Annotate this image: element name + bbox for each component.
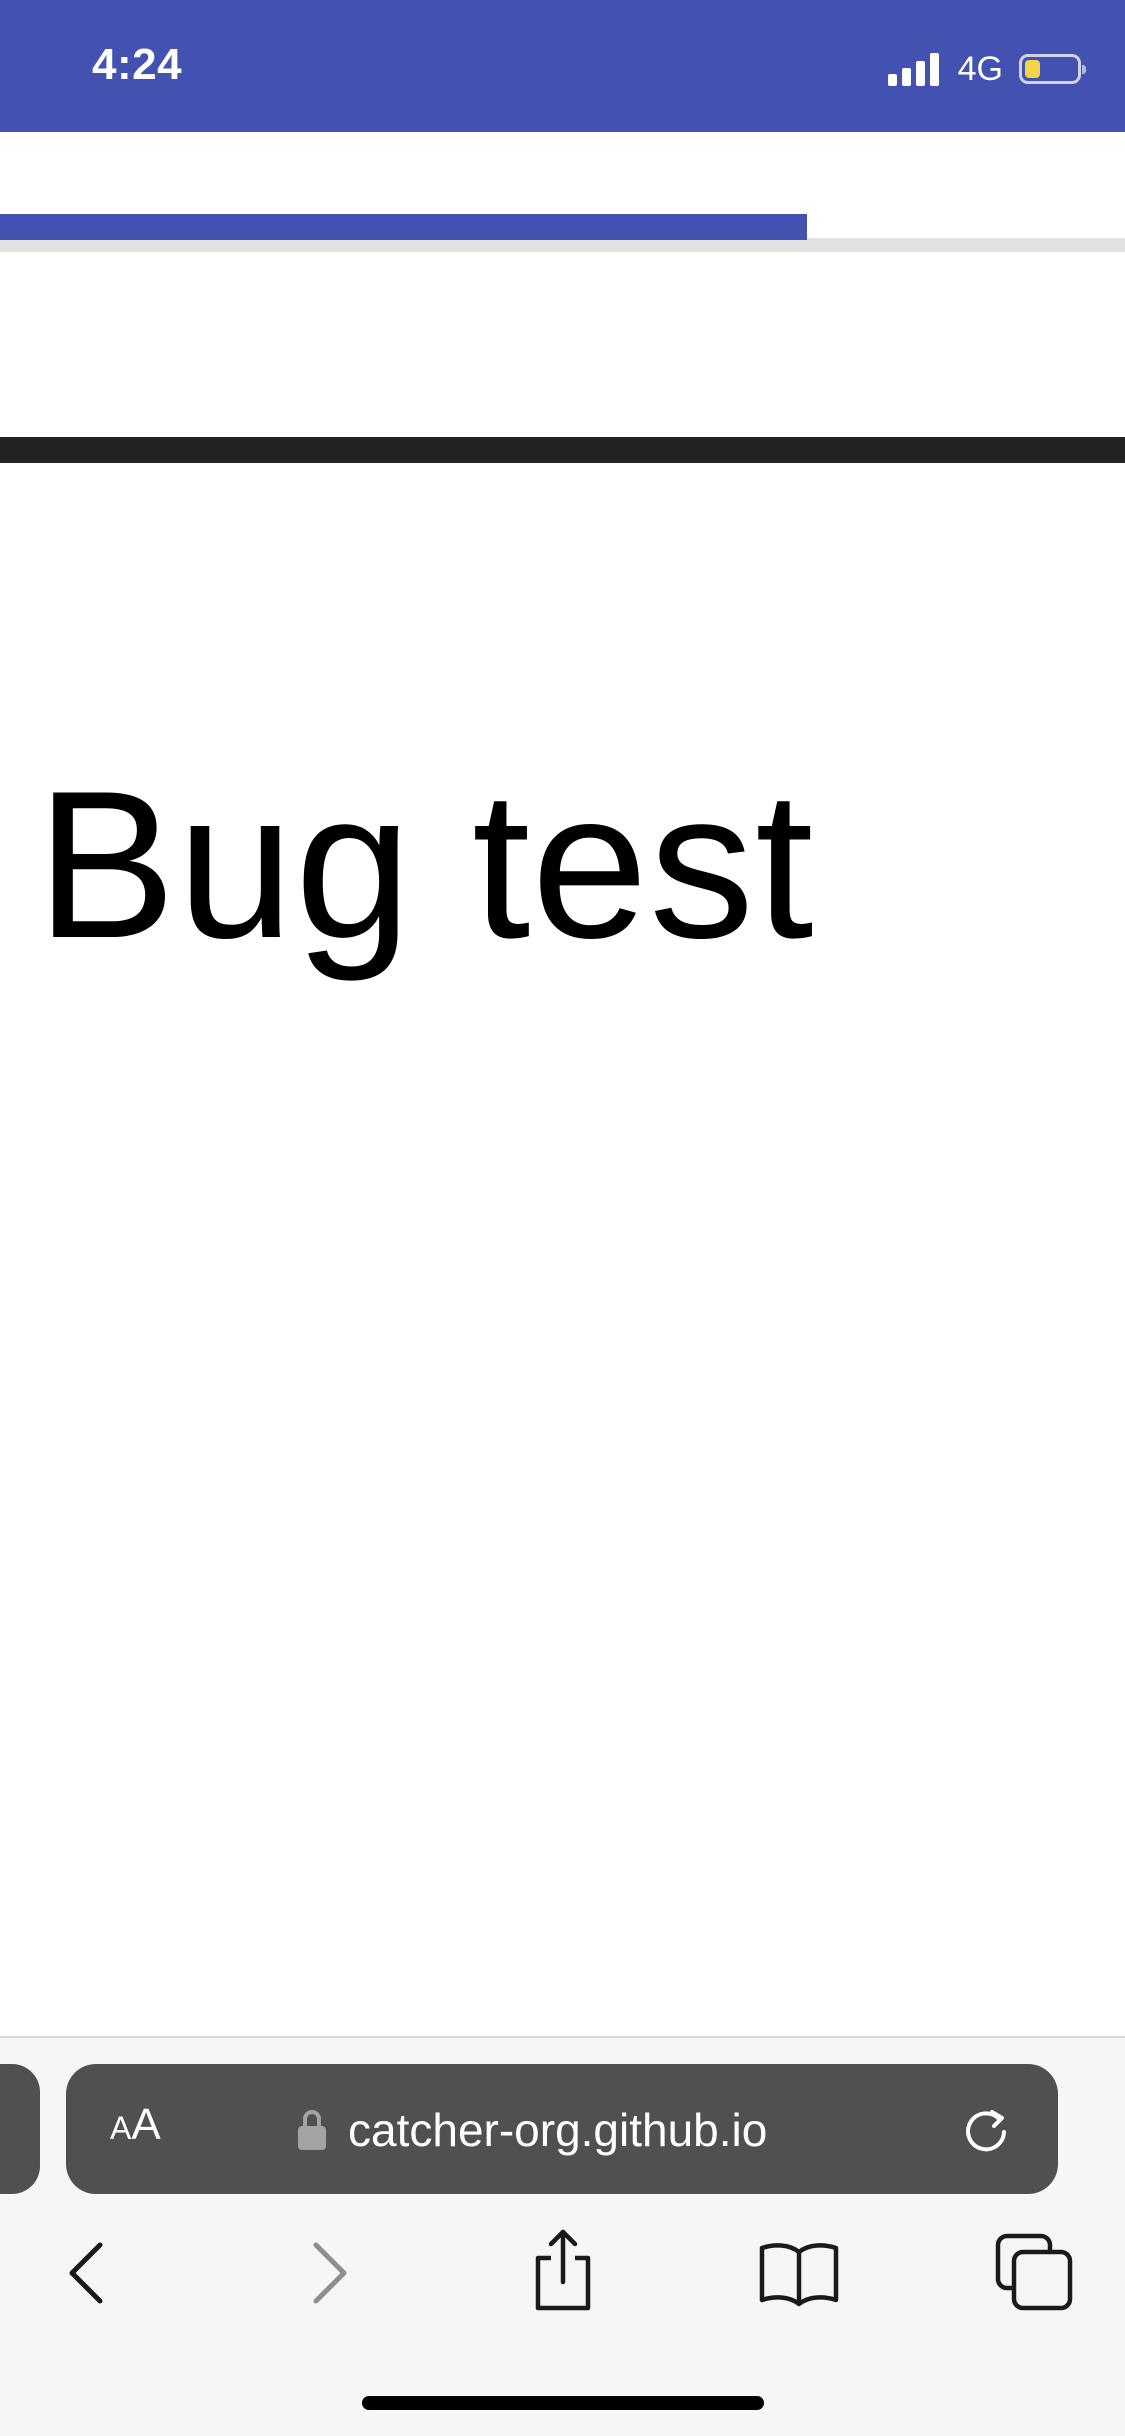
page-heading: Bug test bbox=[36, 747, 815, 982]
home-indicator[interactable] bbox=[362, 2396, 764, 2410]
browser-toolbar: AA catcher-org.github.io bbox=[0, 2036, 1125, 2436]
forward-icon[interactable] bbox=[284, 2228, 374, 2318]
url-display[interactable]: catcher-org.github.io bbox=[298, 2100, 767, 2160]
text-size-large-label: A bbox=[131, 2100, 161, 2149]
lock-icon bbox=[298, 2110, 326, 2150]
cellular-signal-icon bbox=[887, 52, 944, 86]
text-size-button[interactable]: AA bbox=[110, 2100, 161, 2160]
back-icon[interactable] bbox=[42, 2228, 132, 2318]
url-text: catcher-org.github.io bbox=[348, 2104, 768, 2156]
status-time: 4:24 bbox=[92, 40, 183, 89]
battery-level-fill bbox=[1025, 60, 1040, 78]
screen: 4:24 4G Bug test AA catcher-org.github.i… bbox=[0, 0, 1125, 2436]
reload-icon[interactable] bbox=[956, 2100, 1016, 2160]
battery-icon bbox=[1019, 54, 1086, 84]
status-indicators: 4G bbox=[887, 48, 1086, 90]
status-bar: 4:24 4G bbox=[0, 0, 1125, 132]
progress-track bbox=[0, 238, 1125, 252]
bookmarks-icon[interactable] bbox=[754, 2228, 844, 2318]
address-bar[interactable]: AA catcher-org.github.io bbox=[66, 2064, 1058, 2194]
previous-tab-preview[interactable] bbox=[0, 2064, 40, 2194]
dark-divider bbox=[0, 437, 1125, 463]
network-type: 4G bbox=[957, 49, 1003, 88]
tabs-icon[interactable] bbox=[990, 2228, 1080, 2318]
battery-cap bbox=[1082, 65, 1086, 74]
progress-fill bbox=[0, 214, 807, 240]
text-size-small-label: A bbox=[110, 2110, 132, 2146]
share-icon[interactable] bbox=[518, 2228, 608, 2318]
